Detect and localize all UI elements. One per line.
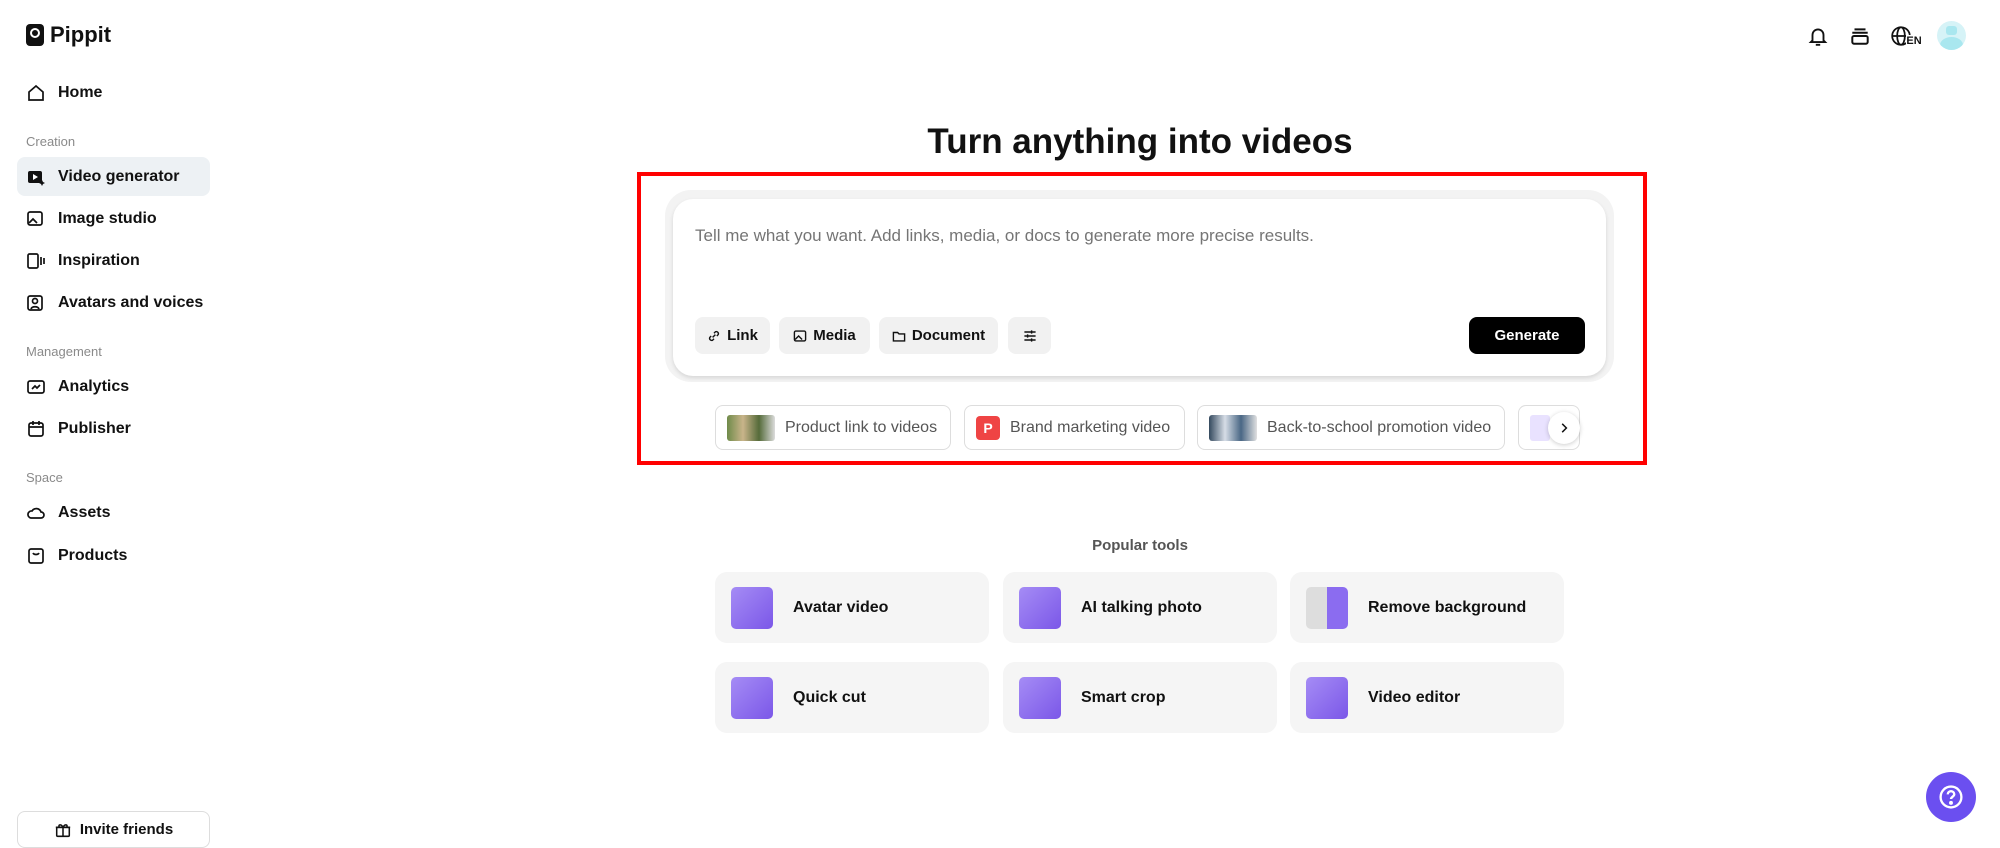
chips-next-button[interactable] <box>1548 412 1580 444</box>
video-sparkle-icon <box>28 170 45 186</box>
card-stack-icon <box>1851 28 1869 45</box>
tool-quick-cut[interactable]: Quick cut <box>715 662 989 733</box>
link-button[interactable]: Link <box>695 317 770 354</box>
inspiration-icon <box>27 252 45 269</box>
language-code: EN <box>1906 35 1922 47</box>
media-button[interactable]: Media <box>779 317 870 354</box>
image-icon <box>793 329 807 342</box>
chevron-right-icon <box>1561 423 1568 433</box>
chip-thumbnail <box>1530 414 1550 441</box>
question-icon <box>1939 785 1963 809</box>
settings-button[interactable] <box>1008 317 1051 354</box>
brand-p-icon: P <box>976 415 1000 440</box>
folder-icon <box>892 331 906 342</box>
avatar-icon <box>27 294 43 311</box>
pippit-logo-icon <box>26 24 44 46</box>
chip-product-link[interactable]: Product link to videos <box>715 405 951 450</box>
document-button[interactable]: Document <box>879 317 998 354</box>
language-button[interactable]: EN <box>1888 22 1924 50</box>
popular-tools-heading: Popular tools <box>1092 537 1188 554</box>
prompt-input[interactable] <box>695 226 1575 246</box>
tool-smart-crop[interactable]: Smart crop <box>1003 662 1277 733</box>
sidebar-item-inspiration[interactable]: Inspiration <box>17 241 210 280</box>
talking-photo-icon <box>1019 586 1061 629</box>
home-icon <box>28 84 44 101</box>
gift-icon <box>55 823 71 837</box>
help-button[interactable] <box>1926 772 1976 822</box>
image-sparkle-icon <box>27 210 43 226</box>
chip-brand-marketing[interactable]: P Brand marketing video <box>964 405 1185 450</box>
chip-thumbnail <box>1209 414 1257 441</box>
subscription-button[interactable] <box>1846 22 1874 50</box>
sidebar-item-assets[interactable]: Assets <box>17 493 210 532</box>
link-icon <box>708 330 720 341</box>
section-management: Management <box>26 344 102 359</box>
tool-avatar-video[interactable]: Avatar video <box>715 572 989 643</box>
video-editor-icon <box>1306 676 1348 719</box>
calendar-icon <box>28 420 44 437</box>
sidebar-item-home[interactable]: Home <box>17 73 210 112</box>
generate-button[interactable]: Generate <box>1469 317 1585 354</box>
notifications-button[interactable] <box>1804 22 1832 50</box>
logo[interactable]: Pippit <box>26 22 111 48</box>
quick-cut-icon <box>731 676 773 719</box>
invite-friends-button[interactable]: Invite friends <box>17 811 210 848</box>
chip-back-to-school[interactable]: Back-to-school promotion video <box>1197 405 1505 450</box>
smart-crop-icon <box>1019 676 1061 719</box>
section-space: Space <box>26 470 63 485</box>
chip-thumbnail <box>727 414 775 441</box>
sidebar-item-avatars-and-voices[interactable]: Avatars and voices <box>17 283 210 322</box>
tool-video-editor[interactable]: Video editor <box>1290 662 1564 733</box>
remove-background-icon <box>1306 586 1348 629</box>
analytics-icon <box>27 379 45 394</box>
page-title: Turn anything into videos <box>927 122 1353 161</box>
avatar[interactable] <box>1937 21 1966 50</box>
bell-icon <box>1808 28 1828 46</box>
avatar-video-icon <box>731 586 773 629</box>
sidebar-item-image-studio[interactable]: Image studio <box>17 199 210 238</box>
sidebar-item-analytics[interactable]: Analytics <box>17 367 210 406</box>
tool-remove-background[interactable]: Remove background <box>1290 572 1564 643</box>
sidebar-item-video-generator[interactable]: Video generator <box>17 157 210 196</box>
sliders-icon <box>1023 329 1036 342</box>
cloud-icon <box>27 507 45 519</box>
sidebar-item-publisher[interactable]: Publisher <box>17 409 210 448</box>
tool-ai-talking-photo[interactable]: AI talking photo <box>1003 572 1277 643</box>
